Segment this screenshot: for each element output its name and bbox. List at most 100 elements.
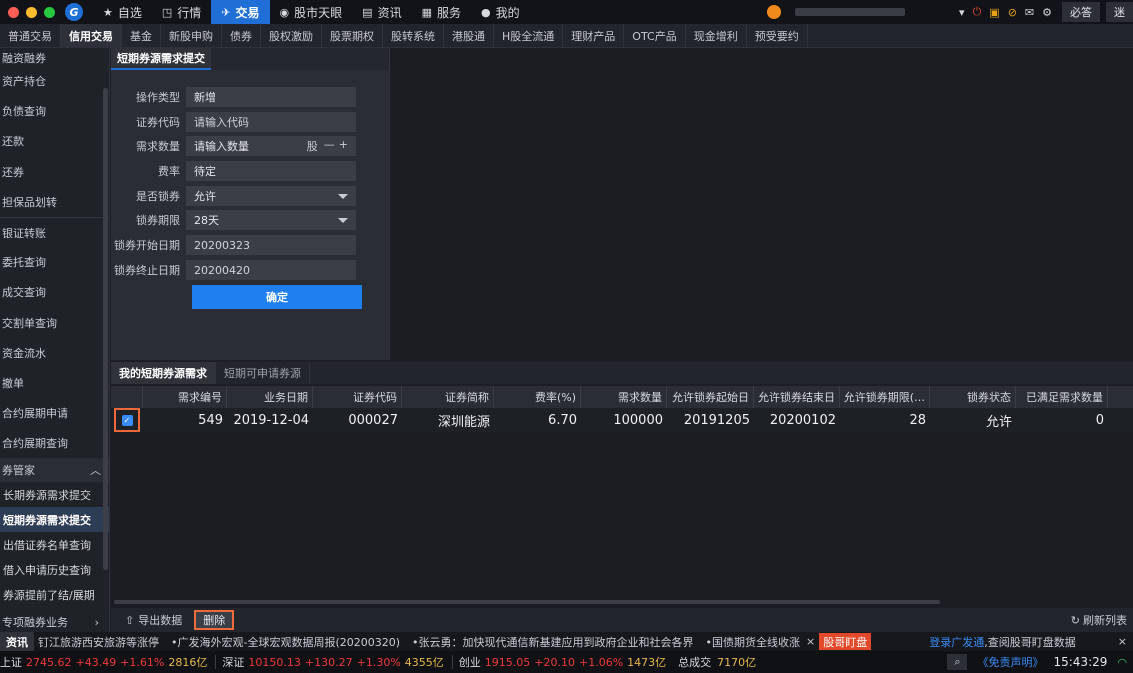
tab-trade-type[interactable]: 股票期权 <box>322 24 383 48</box>
index-quote[interactable]: 上证 2745.62 +43.49 +1.61% 2816亿 <box>0 654 215 670</box>
form-select[interactable]: 允许 <box>186 186 356 206</box>
topnav-service[interactable]: ▦ 服务 <box>412 0 471 24</box>
tab-trade-type[interactable]: OTC产品 <box>624 24 686 48</box>
column-header[interactable]: 允许锁券起始日 <box>667 386 754 408</box>
topnav-market-eye[interactable]: ◉ 股市天眼 <box>270 0 353 24</box>
form-input[interactable]: 请输入数量 股 — + <box>186 136 356 156</box>
column-header[interactable]: 允许锁券期限(… <box>840 386 930 408</box>
sidebar-item[interactable]: 合约展期查询 <box>0 428 109 458</box>
answer-button[interactable]: 必答 <box>1062 2 1100 22</box>
topnav-news[interactable]: ▤ 资讯 <box>352 0 411 24</box>
tab-trade-type[interactable]: H股全流通 <box>494 24 564 48</box>
column-header[interactable]: 证券简称 <box>402 386 494 408</box>
news-item[interactable]: •国债期货全线收涨 <box>706 634 801 650</box>
tab-short-term-request[interactable]: 短期券源需求提交 <box>111 48 211 70</box>
tab-request-list[interactable]: 短期可申请券源 <box>216 362 310 384</box>
tab-trade-type[interactable]: 债券 <box>222 24 261 48</box>
sidebar-item[interactable]: 合约展期申请 <box>0 398 109 428</box>
tab-trade-type[interactable]: 信用交易 <box>61 24 122 48</box>
row-checkbox[interactable]: ✓ <box>121 414 133 426</box>
news-item[interactable]: 钉江旅游西安旅游等涨停 <box>38 634 159 650</box>
column-header[interactable]: 需求数量 <box>581 386 667 408</box>
topnav-market[interactable]: ◳ 行情 <box>152 0 211 24</box>
close-window-button[interactable] <box>8 6 19 18</box>
mail-icon[interactable]: ✉ <box>1025 6 1034 19</box>
mini-button[interactable]: 迷 <box>1106 2 1133 22</box>
minimize-window-button[interactable] <box>26 6 37 18</box>
sidebar-item[interactable]: 还券 <box>0 157 109 187</box>
index-quote[interactable]: 深证 10150.13 +130.27 +1.30% 4355亿 <box>222 654 451 670</box>
delete-button[interactable]: 删除 <box>194 610 235 630</box>
sidebar-subitem[interactable]: 出借证券名单查询 <box>0 532 109 557</box>
plus-icon[interactable]: + <box>339 138 348 154</box>
sidebar-subitem[interactable]: 借入申请历史查询 <box>0 557 109 582</box>
column-header[interactable]: 已满足需求数量 <box>1016 386 1108 408</box>
news-item[interactable]: •张云勇：加快现代通信新基建应用到政府企业和社会各界 <box>412 634 694 650</box>
tab-trade-type[interactable]: 理财产品 <box>563 24 625 48</box>
tab-request-list[interactable]: 我的短期券源需求 <box>111 362 216 384</box>
tab-trade-type[interactable]: 预受要约 <box>747 24 808 48</box>
news-tag[interactable]: 资讯 <box>0 632 34 651</box>
login-link[interactable]: 登录广发通 <box>929 634 984 650</box>
lock-icon[interactable]: ▣ <box>989 6 999 19</box>
column-header[interactable]: 锁券状态 <box>930 386 1016 408</box>
tab-trade-type[interactable]: 基金 <box>122 24 161 48</box>
refresh-list-button[interactable]: ↻ 刷新列表 <box>1071 612 1127 628</box>
news-item[interactable]: •广发海外宏观-全球宏观数据周报(20200320) <box>171 634 400 650</box>
tab-trade-type[interactable]: 港股通 <box>444 24 494 48</box>
minus-icon[interactable]: — <box>324 138 335 154</box>
sidebar-group-quan-guanjia[interactable]: 券管家 ︿ <box>0 458 109 483</box>
field-value: 20200323 <box>194 238 250 252</box>
form-select[interactable]: 28天 <box>186 210 356 230</box>
tab-trade-type[interactable]: 股转系统 <box>383 24 444 48</box>
form-input[interactable]: 请输入代码 <box>186 112 356 132</box>
sidebar-subitem[interactable]: 短期券源需求提交 <box>0 507 109 533</box>
sidebar-item[interactable]: 资产持仓 <box>0 66 109 96</box>
sidebar-item-margin-trading[interactable]: 融资融券 <box>0 48 109 66</box>
topnav-watchlist[interactable]: ★ 自选 <box>93 0 152 24</box>
sidebar-item[interactable]: 成交查询 <box>0 277 109 307</box>
column-header[interactable]: 需求编号 <box>143 386 227 408</box>
power-icon[interactable]: ⏻ <box>973 5 982 19</box>
sidebar-item[interactable]: 银证转账 <box>0 216 109 247</box>
column-header[interactable]: 证券代码 <box>313 386 402 408</box>
confirm-button[interactable]: 确定 <box>192 285 362 309</box>
sidebar-item[interactable]: 资金流水 <box>0 338 109 368</box>
zoom-window-button[interactable] <box>44 6 55 18</box>
market-icon: ◳ <box>161 5 173 19</box>
sidebar-item[interactable]: 委托查询 <box>0 247 109 277</box>
close-icon[interactable]: × <box>806 635 815 648</box>
sidebar-item-special-lending[interactable]: 专项融券业务 › <box>0 607 109 632</box>
dropdown-icon[interactable]: ▾ <box>959 6 965 19</box>
horizontal-scrollbar[interactable] <box>114 600 940 604</box>
search-icon[interactable]: ⌕ <box>947 654 968 670</box>
sidebar-subitem[interactable]: 券源提前了结/展期 <box>0 582 109 607</box>
column-header[interactable]: 业务日期 <box>227 386 313 408</box>
disclaimer-link[interactable]: 《免责声明》 <box>977 654 1043 670</box>
sidebar-item[interactable]: 还款 <box>0 126 109 156</box>
sidebar-item[interactable]: 撤单 <box>0 368 109 398</box>
sidebar-scrollbar[interactable] <box>103 88 108 570</box>
column-header[interactable]: 允许锁券结束日 <box>754 386 840 408</box>
form-input[interactable]: 20200323 <box>186 235 356 255</box>
tab-trade-type[interactable]: 股权激励 <box>261 24 322 48</box>
index-quote[interactable]: 创业 1915.05 +20.10 +1.06% 1473亿 <box>459 654 674 670</box>
topnav-mine[interactable]: ● 我的 <box>471 0 530 24</box>
no-entry-icon[interactable]: ⊘ <box>1008 6 1017 19</box>
hot-watch-badge[interactable]: 股哥盯盘 <box>819 633 872 650</box>
export-data-button[interactable]: ⇧ 导出数据 <box>125 612 182 628</box>
sidebar-item[interactable]: 负债查询 <box>0 96 109 126</box>
avatar[interactable] <box>767 5 782 19</box>
sidebar-subitem[interactable]: 长期券源需求提交 <box>0 482 109 507</box>
sidebar-item[interactable]: 担保品划转 <box>0 187 109 217</box>
table-row[interactable]: ✓ 549 2019-12-04 000027 深圳能源 6.70 100000 201912… <box>111 408 1133 432</box>
topnav-trade[interactable]: ✈ 交易 <box>211 0 270 24</box>
gear-icon[interactable]: ⚙ <box>1042 6 1052 19</box>
column-header[interactable]: 费率(%) <box>494 386 581 408</box>
tab-trade-type[interactable]: 现金增利 <box>686 24 747 48</box>
tab-trade-type[interactable]: 普通交易 <box>0 24 61 48</box>
sidebar-item[interactable]: 交割单查询 <box>0 308 109 338</box>
form-input[interactable]: 20200420 <box>186 260 356 280</box>
close-ticker-icon[interactable]: × <box>1118 635 1127 648</box>
tab-trade-type[interactable]: 新股申购 <box>161 24 222 48</box>
